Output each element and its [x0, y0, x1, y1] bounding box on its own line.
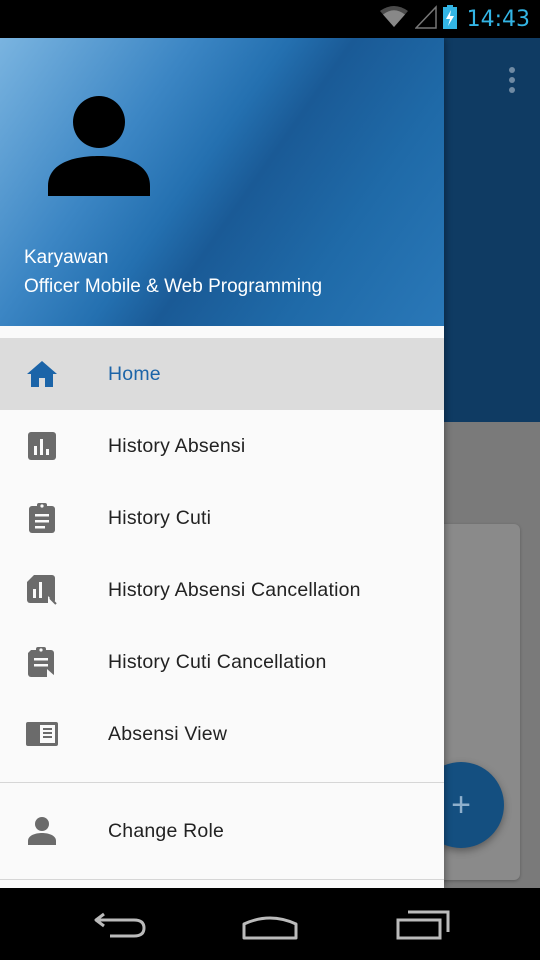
menu-item-home[interactable]: Home [0, 338, 444, 410]
back-icon[interactable] [90, 906, 150, 946]
user-name: Karyawan [24, 247, 109, 268]
signal-icon [413, 4, 437, 34]
user-role: Officer Mobile & Web Programming [24, 276, 323, 297]
menu-item-label: Absensi View [108, 722, 228, 745]
menu-divider [0, 782, 444, 783]
wifi-icon [379, 5, 409, 34]
bar-chart-cancel-icon [24, 572, 60, 608]
person-icon [24, 813, 60, 849]
recents-icon[interactable] [394, 906, 454, 946]
home-nav-icon[interactable] [240, 906, 300, 946]
bar-chart-icon [24, 428, 60, 464]
home-icon [24, 356, 60, 392]
menu-item-history-cuti[interactable]: History Cuti [0, 482, 444, 554]
drawer-header: Karyawan Officer Mobile & Web Programmin… [0, 38, 444, 326]
menu-item-history-cuti-cancellation[interactable]: History Cuti Cancellation [0, 626, 444, 698]
drawer-menu: Home History Absensi History Cuti Histor… [0, 338, 444, 880]
status-time: 14:43 [466, 6, 530, 32]
clipboard-icon [24, 500, 60, 536]
menu-item-label: History Absensi [108, 434, 246, 457]
battery-charging-icon [442, 4, 457, 34]
person-icon [48, 96, 150, 196]
menu-divider [0, 879, 444, 880]
menu-item-change-role[interactable]: Change Role [0, 795, 444, 867]
status-bar: 14:43 [0, 0, 540, 38]
menu-item-label: Change Role [108, 819, 225, 842]
menu-item-history-absensi-cancellation[interactable]: History Absensi Cancellation [0, 554, 444, 626]
plus-icon: + [451, 785, 471, 824]
menu-item-label: History Cuti [108, 506, 212, 529]
book-view-icon [24, 716, 60, 752]
more-options-icon[interactable] [508, 66, 516, 94]
menu-item-label: History Absensi Cancellation [108, 578, 361, 601]
menu-item-label: Home [108, 362, 161, 385]
navigation-drawer: Karyawan Officer Mobile & Web Programmin… [0, 38, 444, 888]
system-navigation-bar [0, 888, 540, 960]
clipboard-cancel-icon [24, 644, 60, 680]
menu-item-history-absensi[interactable]: History Absensi [0, 410, 444, 482]
menu-item-label: History Cuti Cancellation [108, 650, 327, 673]
menu-item-absensi-view[interactable]: Absensi View [0, 698, 444, 770]
